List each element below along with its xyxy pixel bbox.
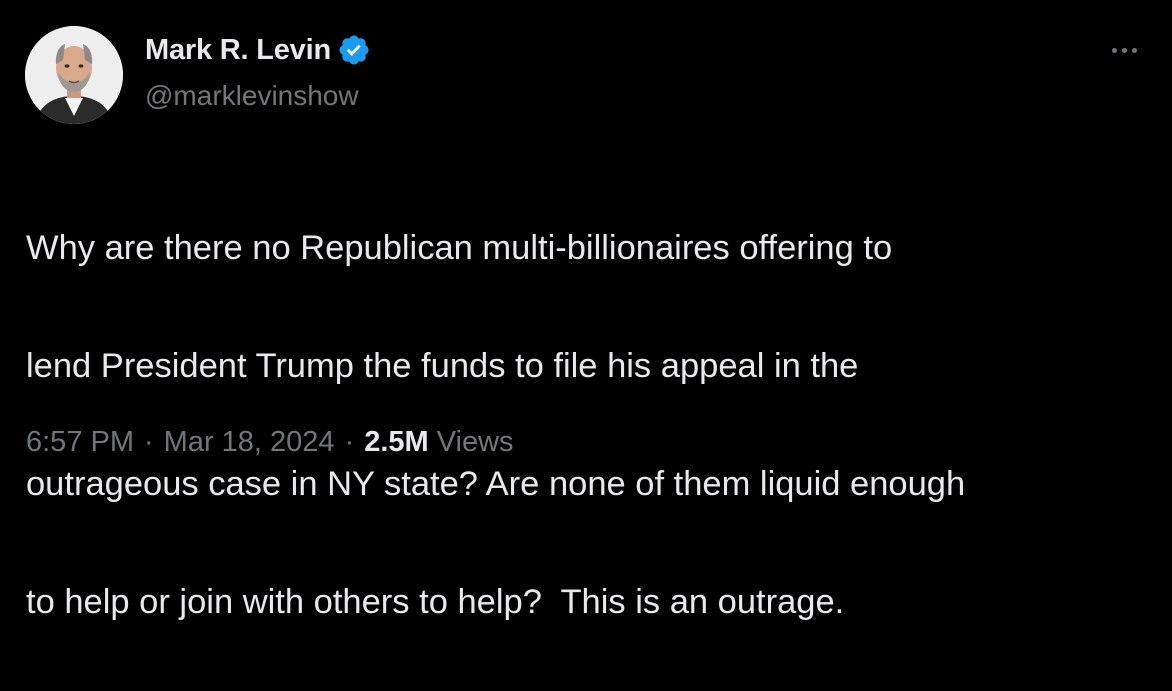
tweet-text-line: Why are there no Republican multi-billio… xyxy=(26,229,893,267)
views-label: Views xyxy=(436,426,514,458)
avatar[interactable] xyxy=(25,26,123,124)
tweet-text-line: outrageous case in NY state? Are none of… xyxy=(26,465,966,503)
tweet-meta: 6:57 PM · Mar 18, 2024 · 2.5M Views xyxy=(26,426,514,459)
author-display-name[interactable]: Mark R. Levin xyxy=(145,34,331,67)
author-handle[interactable]: @marklevinshow xyxy=(145,80,359,112)
tweet-time[interactable]: 6:57 PM xyxy=(26,426,134,459)
tweet-text-line: to help or join with others to help? Thi… xyxy=(26,583,845,621)
more-options-button[interactable] xyxy=(1104,36,1144,64)
verified-badge-icon xyxy=(339,35,369,65)
author-name-row: Mark R. Levin xyxy=(145,30,371,70)
avatar-image xyxy=(25,26,123,124)
tweet-text-line: lend President Trump the funds to file h… xyxy=(26,347,859,385)
meta-separator: · xyxy=(344,426,355,458)
views-count[interactable]: 2.5M xyxy=(364,426,428,459)
more-options-icon-dot xyxy=(1131,47,1137,53)
tweet-card: Mark R. Levin @marklevinshow Why are the… xyxy=(0,0,1172,621)
more-options-icon-dot xyxy=(1121,47,1127,53)
meta-separator: · xyxy=(144,426,154,458)
tweet-date[interactable]: Mar 18, 2024 xyxy=(164,426,335,459)
more-options-icon xyxy=(1111,47,1117,53)
